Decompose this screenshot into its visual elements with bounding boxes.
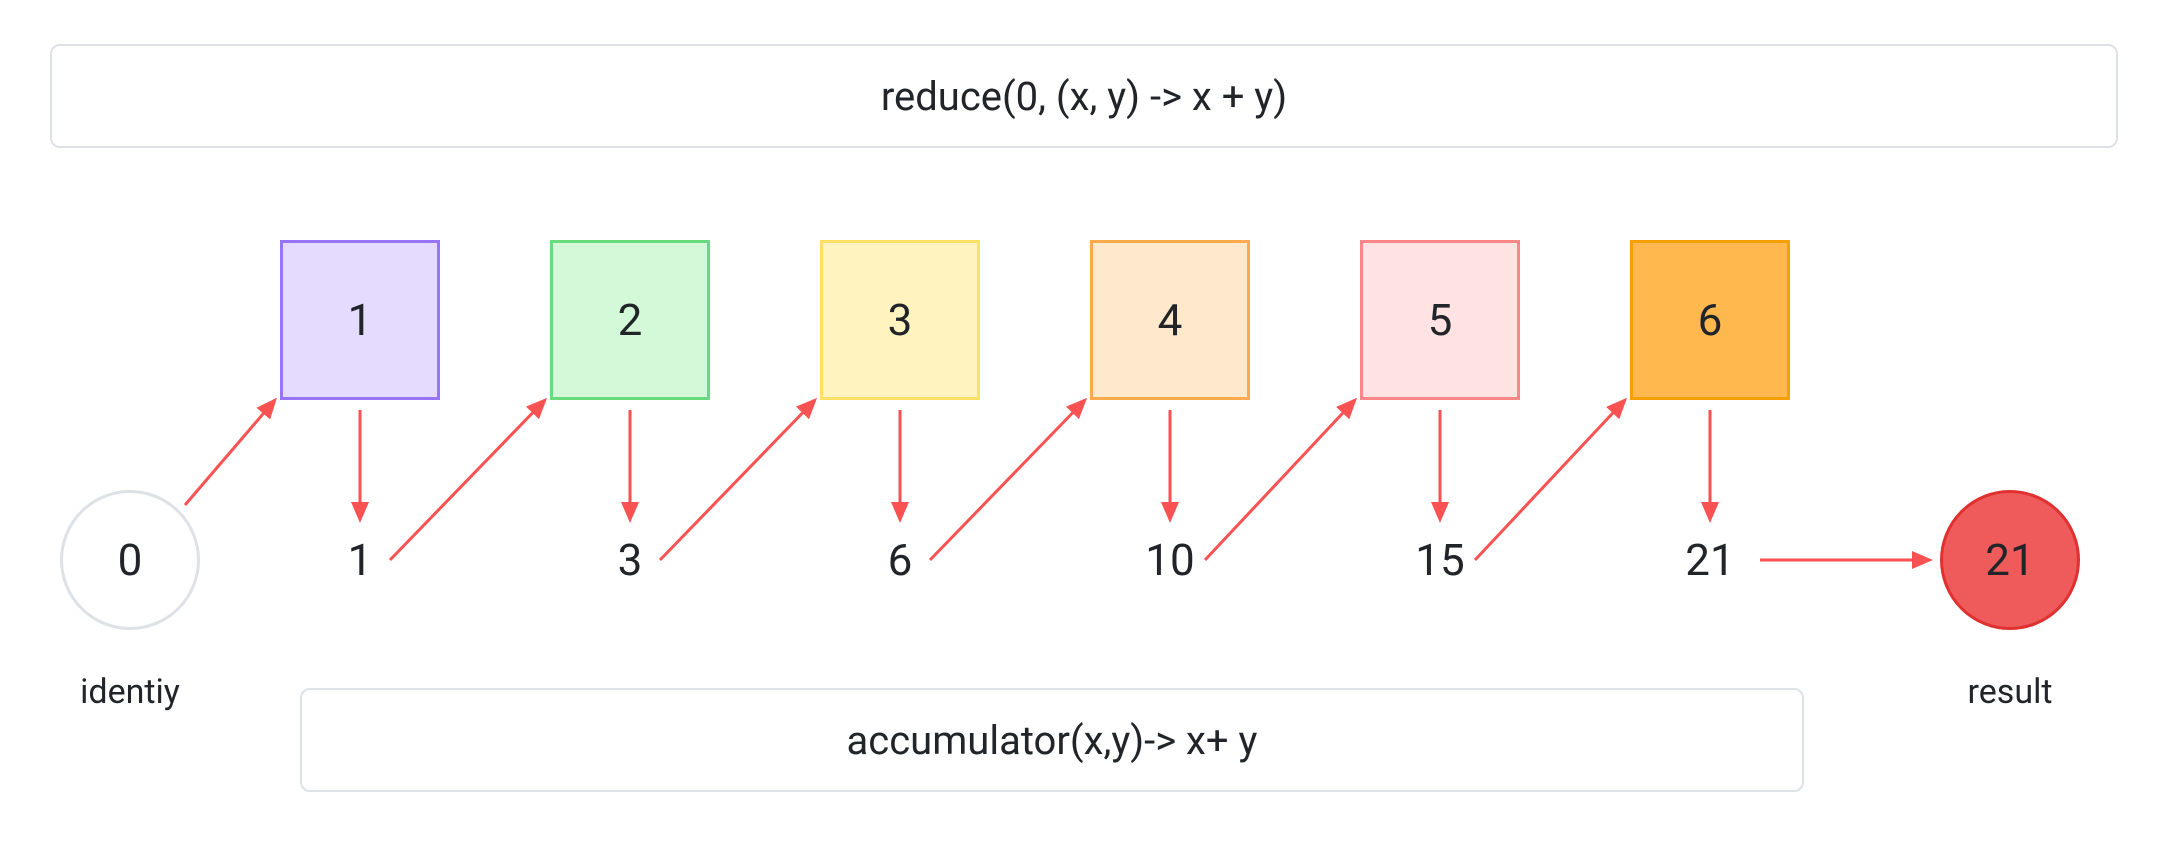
accumulation-value: 1 [348, 534, 373, 586]
input-value: 2 [618, 294, 643, 346]
input-square-4: 4 [1090, 240, 1250, 400]
identity-value: 0 [118, 534, 143, 586]
accumulation-value: 21 [1685, 534, 1734, 586]
input-value: 4 [1158, 294, 1183, 346]
reduce-expression-box: reduce(0, (x, y) -> x + y) [50, 44, 2118, 148]
input-value: 5 [1428, 294, 1453, 346]
arrow-acc2-to-sq3 [660, 400, 815, 560]
input-value: 3 [888, 294, 913, 346]
arrow-acc1-to-sq2 [390, 400, 545, 560]
identity-caption: identiy [80, 672, 180, 712]
accumulator-expression-box: accumulator(x,y)-> x+ y [300, 688, 1804, 792]
result-value: 21 [1985, 534, 2034, 586]
input-value: 6 [1698, 294, 1723, 346]
identity-circle: 0 [60, 490, 200, 630]
arrow-identity-to-1 [185, 400, 275, 505]
input-value: 1 [348, 294, 373, 346]
arrow-acc4-to-sq5 [1205, 400, 1355, 560]
accumulator-expression-text: accumulator(x,y)-> x+ y [847, 717, 1258, 764]
arrow-acc3-to-sq4 [930, 400, 1085, 560]
accumulation-value: 6 [888, 534, 913, 586]
input-square-5: 5 [1360, 240, 1520, 400]
accumulation-value: 10 [1145, 534, 1194, 586]
result-caption: result [1968, 672, 2053, 712]
result-circle: 21 [1940, 490, 2080, 630]
arrow-acc5-to-sq6 [1475, 400, 1625, 560]
accumulation-value: 3 [618, 534, 643, 586]
input-square-6: 6 [1630, 240, 1790, 400]
input-square-1: 1 [280, 240, 440, 400]
accumulation-value: 15 [1415, 534, 1464, 586]
input-square-2: 2 [550, 240, 710, 400]
reduce-expression-text: reduce(0, (x, y) -> x + y) [881, 73, 1287, 120]
reduce-diagram: reduce(0, (x, y) -> x + y) 0 identiy 21 … [0, 0, 2164, 868]
input-square-3: 3 [820, 240, 980, 400]
